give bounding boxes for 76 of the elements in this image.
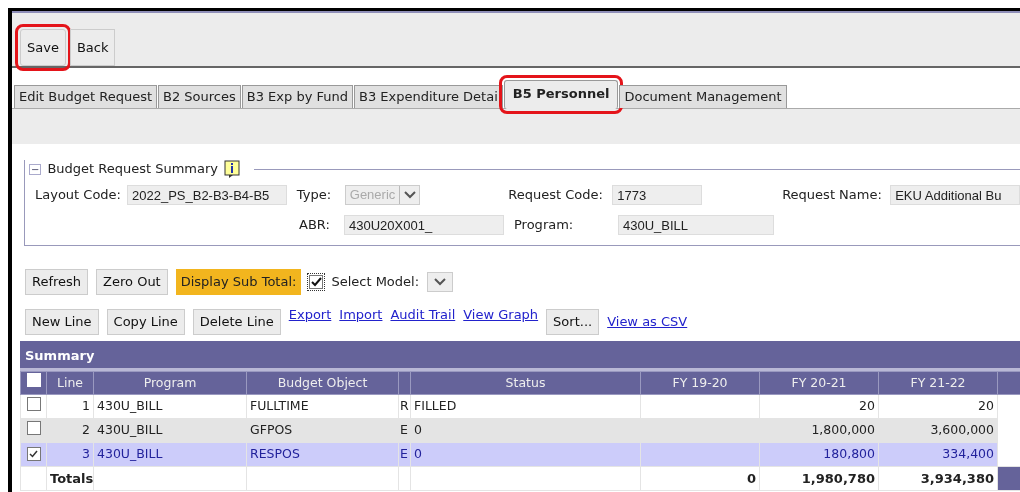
checkbox[interactable] (309, 275, 324, 289)
table-cell: GFPOS (250, 422, 293, 438)
link[interactable]: Audit Trail (390, 305, 456, 325)
toolbar-button[interactable]: Refresh (25, 269, 89, 295)
field-label: Request Code: (508, 186, 604, 205)
column-header: FY 21-22 (910, 374, 966, 390)
table-cell: 3,600,000 (930, 422, 994, 438)
table-cell: E (400, 422, 408, 438)
table-cell: 3 (82, 446, 90, 462)
collapse-toggle[interactable]: − (29, 163, 42, 175)
table-cell: RESPOS (250, 446, 300, 462)
column-header: Program (143, 374, 197, 390)
tab[interactable]: Document Management (619, 85, 787, 108)
column-header: Line (56, 374, 84, 390)
table-cell: 430U_BILL (97, 446, 163, 462)
table-cell: 20 (978, 398, 994, 414)
input-field[interactable]: EKU Additional Bu (890, 185, 1020, 205)
table-cell: 334,400 (942, 446, 994, 462)
link[interactable]: Export (288, 305, 332, 325)
toolbar-button[interactable]: Back (69, 29, 116, 66)
field-label: Program: (514, 216, 575, 235)
field-label: Layout Code: (35, 186, 122, 205)
table-cell: FULLTIME (250, 398, 309, 414)
table-cell: 430U_BILL (97, 422, 163, 438)
table-cell: 1 (82, 398, 90, 414)
input-field[interactable]: 430U20X001_ (344, 215, 504, 235)
column-header: Budget Object (277, 374, 368, 390)
field-label: Select Model: (331, 273, 420, 292)
tab[interactable]: B3 Exp by Fund (241, 85, 353, 108)
table-row[interactable]: 3 430U_BILL RESPOS E 0 180,800 334,400 (20, 442, 1020, 467)
input-field[interactable]: 2022_PS_B2-B3-B4-B5 (127, 185, 287, 205)
link[interactable]: Import (339, 305, 383, 325)
column-header: FY 20-21 (791, 374, 847, 390)
table-cell: 1,800,000 (811, 422, 875, 438)
type-select: Generic (344, 185, 421, 205)
table-cell: 20 (859, 398, 875, 414)
totals-label: Totals (50, 470, 93, 486)
tab[interactable]: B3 Expenditure Detai (353, 85, 503, 108)
table-cell: R (400, 398, 409, 414)
table-row[interactable]: 1 430U_BILL FULLTIME R FILLED 20 20 (20, 394, 1020, 419)
tab[interactable]: B2 Sources (158, 85, 241, 108)
caret-icon (434, 278, 447, 286)
input-field[interactable]: 430U_BILL (618, 215, 774, 235)
checkbox[interactable] (26, 447, 41, 462)
table-cell: 180,800 (823, 446, 875, 462)
info-icon[interactable] (224, 160, 241, 178)
caret-icon (403, 191, 416, 199)
toolbar-button[interactable]: New Line (25, 309, 99, 335)
toolbar-button[interactable]: Delete Line (192, 309, 281, 335)
model-select[interactable] (427, 272, 454, 292)
table-cell: E (400, 446, 408, 462)
checkbox[interactable] (26, 396, 41, 411)
panel-title: Budget Request Summary (47, 160, 219, 179)
table-cell: 0 (414, 446, 422, 462)
field-label: Request Name: (782, 186, 883, 205)
column-header: Status (505, 374, 546, 390)
table-cell: 2 (82, 422, 90, 438)
column-header: FY 19-20 (672, 374, 728, 390)
table-cell: 1,980,780 (801, 470, 875, 486)
toolbar-button[interactable]: Zero Out (96, 269, 168, 295)
field-label: Type: (296, 186, 332, 205)
link[interactable]: View Graph (463, 305, 539, 325)
table-cell: 0 (414, 422, 422, 438)
input-field[interactable]: 1773 (612, 185, 703, 205)
table-cell: 430U_BILL (97, 398, 163, 414)
table-cell: 0 (746, 470, 756, 486)
table-row[interactable]: 2 430U_BILL GFPOS E 0 1,800,000 3,600,000 (20, 418, 1020, 443)
subtotal-label: Display Sub Total: (175, 269, 302, 295)
link[interactable]: View as CSV (607, 312, 688, 332)
checkbox[interactable] (26, 420, 41, 435)
field-label: ABR: (299, 216, 331, 235)
tab[interactable]: Edit Budget Request (14, 85, 157, 108)
toolbar-button[interactable]: Copy Line (106, 309, 185, 335)
table-cell: 3,934,380 (920, 470, 994, 486)
table-cell: FILLED (414, 398, 457, 414)
sort-button[interactable]: Sort... (546, 309, 600, 335)
